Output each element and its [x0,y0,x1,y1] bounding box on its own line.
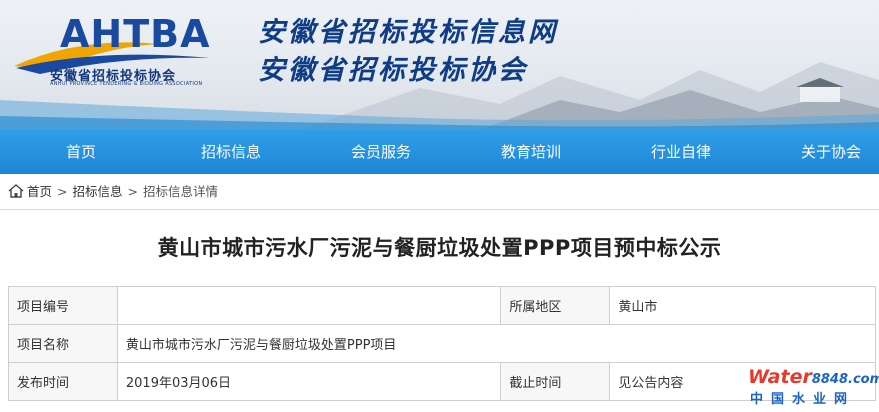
site-title-line1: 安徽省招标投标信息网 [258,17,558,48]
project-no-label: 项目编号 [8,286,118,325]
main-nav: 首页 招标信息 会员服务 教育培训 行业自律 关于协会 [0,130,879,174]
breadcrumb-separator: > [127,184,138,199]
breadcrumb-divider [0,209,879,210]
table-row: 项目名称 黄山市城市污水厂污泥与餐厨垃圾处置PPP项目 [8,324,877,363]
breadcrumb-section[interactable]: 招标信息 [73,184,123,199]
header-banner: AHTBA 安徽省招标投标协会 ANHUI PROVINCE TENDERING… [0,0,879,130]
project-info-table: 项目编号 所属地区 黄山市 项目名称 黄山市城市污水厂污泥与餐厨垃圾处置PPP项… [8,286,877,401]
breadcrumb-home[interactable]: 首页 [27,184,52,199]
page-title: 黄山市城市污水厂污泥与餐厨垃圾处置PPP项目预中标公示 [157,236,722,260]
watermark-brand: Water8848.com [748,366,879,388]
breadcrumb-current: 招标信息详情 [143,184,219,199]
region-value: 黄山市 [609,286,876,325]
nav-item-training[interactable]: 教育培训 [471,130,591,174]
deadline-label: 截止时间 [500,362,611,401]
watermark-logo: Water8848.com 中国水业网 [748,366,879,410]
breadcrumb-separator: > [57,184,68,199]
table-row: 发布时间 2019年03月06日 截止时间 见公告内容 [8,362,876,401]
site-logo[interactable]: AHTBA 安徽省招标投标协会 ANHUI PROVINCE TENDERING… [10,8,260,90]
table-row: 项目编号 所属地区 黄山市 [8,286,876,325]
home-icon [8,184,24,198]
publish-time-value: 2019年03月06日 [116,362,502,401]
region-label: 所属地区 [500,286,611,325]
publish-time-label: 发布时间 [8,362,118,401]
project-no-value [116,286,502,325]
site-title-line2: 安徽省招标投标协会 [258,55,528,86]
breadcrumb: 首页 > 招标信息 > 招标信息详情 [8,183,218,201]
watermark-brand-a: Water [748,366,812,388]
watermark-brand-cn: 中国水业网 [750,392,856,407]
nav-item-about[interactable]: 关于协会 [771,130,879,174]
watermark-brand-b: 8848.com [811,372,879,387]
project-name-value: 黄山市城市污水厂污泥与餐厨垃圾处置PPP项目 [116,324,877,363]
logo-text: AHTBA [60,12,211,56]
nav-item-home[interactable]: 首页 [21,130,141,174]
logo-en-text: ANHUI PROVINCE TENDERING & BIDDING ASSOC… [50,81,203,87]
project-name-label: 项目名称 [8,324,118,363]
nav-item-self-discipline[interactable]: 行业自律 [621,130,741,174]
nav-item-members[interactable]: 会员服务 [321,130,441,174]
nav-item-bidding[interactable]: 招标信息 [171,130,291,174]
